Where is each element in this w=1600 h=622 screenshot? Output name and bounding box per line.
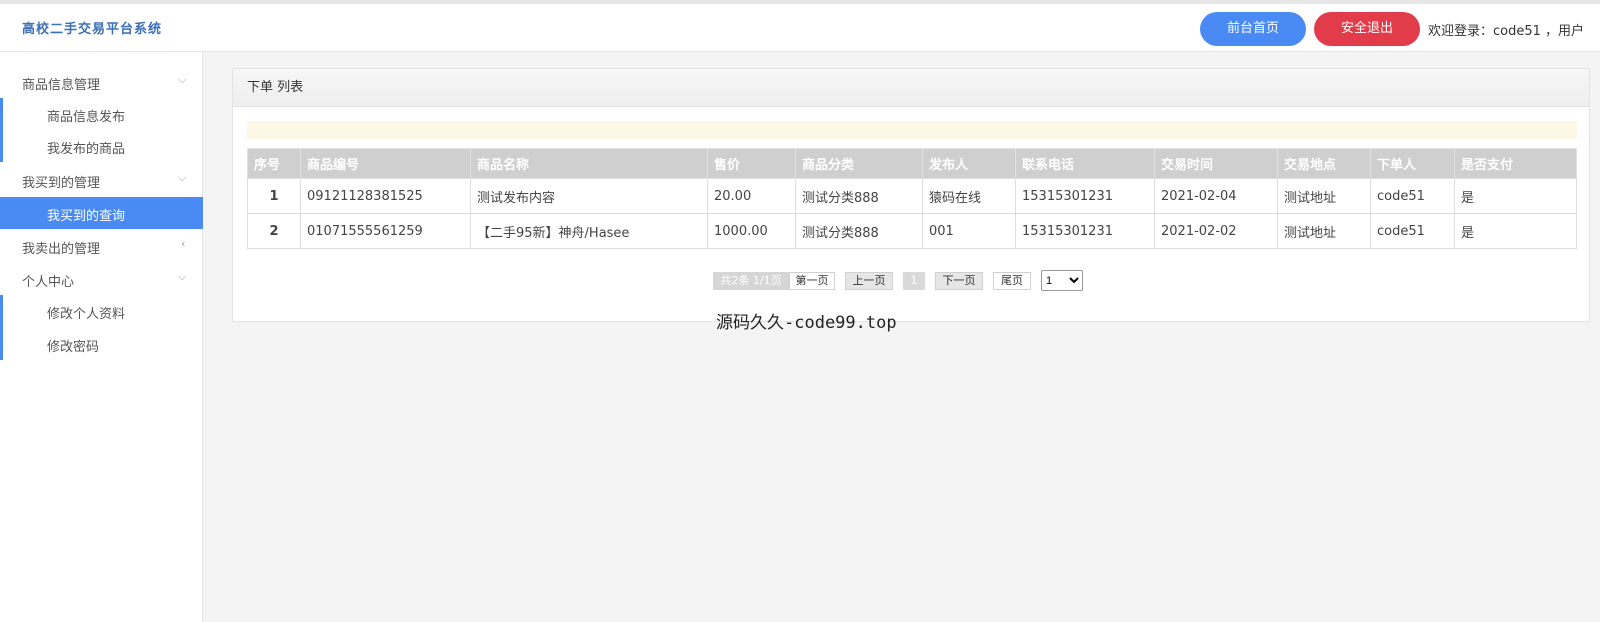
table-cell: 15315301231 <box>1015 178 1155 214</box>
table-cell: 是 <box>1454 213 1577 249</box>
table-header-row: 序号 商品编号 商品名称 售价 商品分类 发布人 联系电话 交易时间 交易地点 … <box>247 148 1577 179</box>
sidebar-item-label: 我发布的商品 <box>47 142 126 157</box>
table-cell: 测试发布内容 <box>470 178 708 214</box>
last-page-button[interactable]: 尾页 <box>993 272 1031 290</box>
logout-button[interactable]: 安全退出 <box>1314 12 1420 46</box>
table-cell: 20.00 <box>707 178 796 214</box>
sidebar-group-sold[interactable]: 我卖出的管理 ‹ <box>0 230 203 262</box>
panel-title: 下单 列表 <box>233 69 1589 107</box>
column-header: 交易地点 <box>1277 148 1371 179</box>
column-header: 发布人 <box>922 148 1016 179</box>
prev-page-button[interactable]: 上一页 <box>845 272 893 290</box>
table-cell: 01071555561259 <box>300 213 471 249</box>
sidebar-group-label: 我买到的管理 <box>22 176 101 191</box>
brand-title: 高校二手交易平台系统 <box>22 22 163 37</box>
table-cell: 测试地址 <box>1277 178 1371 214</box>
pagination-info: 共2条 1/1页 <box>713 272 789 290</box>
next-page-button[interactable]: 下一页 <box>935 272 983 290</box>
sidebar-group-goods[interactable]: 商品信息管理 ⌵ <box>0 66 203 98</box>
table-cell: 是 <box>1454 178 1577 214</box>
table-cell: 2 <box>247 213 301 249</box>
column-header: 联系电话 <box>1015 148 1155 179</box>
table-cell: 【二手95新】神舟/Hasee <box>470 213 708 249</box>
sidebar-item-my-goods[interactable]: 我发布的商品 <box>0 130 203 162</box>
first-page-button[interactable]: 第一页 <box>789 272 835 290</box>
table-cell: 测试分类888 <box>795 178 923 214</box>
table-row: 1 09121128381525 测试发布内容 20.00 测试分类888 猿码… <box>247 178 1577 214</box>
home-button[interactable]: 前台首页 <box>1200 12 1306 46</box>
table-cell: 2021-02-04 <box>1154 178 1278 214</box>
column-header: 是否支付 <box>1454 148 1577 179</box>
welcome-text: 欢迎登录：code51 ，用户 <box>1428 24 1585 39</box>
table-cell: 001 <box>922 213 1016 249</box>
sidebar-group-label: 我卖出的管理 <box>22 242 101 257</box>
table-cell: 测试分类888 <box>795 213 923 249</box>
sidebar-item-edit-profile[interactable]: 修改个人资料 <box>0 295 203 327</box>
column-header: 商品编号 <box>300 148 471 179</box>
table-cell: 猿码在线 <box>922 178 1016 214</box>
sidebar-item-label: 我买到的查询 <box>47 209 126 224</box>
column-header: 商品分类 <box>795 148 923 179</box>
table-cell: 测试地址 <box>1277 213 1371 249</box>
chevron-left-icon: ‹ <box>181 237 186 250</box>
page-select[interactable]: 1 <box>1041 270 1083 291</box>
column-header: 下单人 <box>1370 148 1455 179</box>
sidebar-item-change-password[interactable]: 修改密码 <box>0 328 203 360</box>
watermark-text: 源码久久-code99.top <box>716 313 897 333</box>
sidebar-group-profile[interactable]: 个人中心 ⌵ <box>0 263 203 295</box>
sidebar-item-bought-query[interactable]: 我买到的查询 <box>0 197 203 229</box>
current-page: 1 <box>903 272 925 290</box>
column-header: 售价 <box>707 148 796 179</box>
table-cell: 1 <box>247 178 301 214</box>
sidebar-item-label: 商品信息发布 <box>47 110 126 125</box>
top-bar: 高校二手交易平台系统 前台首页 安全退出 欢迎登录：code51 ，用户 <box>0 0 1600 52</box>
table-cell: code51 <box>1370 178 1455 214</box>
sidebar-group-bought[interactable]: 我买到的管理 ⌵ <box>0 164 203 196</box>
table-cell: code51 <box>1370 213 1455 249</box>
table-row: 2 01071555561259 【二手95新】神舟/Hasee 1000.00… <box>247 213 1577 249</box>
column-header: 序号 <box>247 148 301 179</box>
sidebar-group-label: 个人中心 <box>22 275 75 290</box>
table-cell: 2021-02-02 <box>1154 213 1278 249</box>
table-cell: 1000.00 <box>707 213 796 249</box>
chevron-down-icon: ⌵ <box>178 270 187 283</box>
column-header: 商品名称 <box>470 148 708 179</box>
sidebar-item-label: 修改密码 <box>47 340 100 355</box>
order-table: 序号 商品编号 商品名称 售价 商品分类 发布人 联系电话 交易时间 交易地点 … <box>247 148 1577 249</box>
order-list-panel: 下单 列表 序号 商品编号 商品名称 售价 商品分类 发布人 联系电话 交易时间… <box>232 68 1590 322</box>
sidebar-group-label: 商品信息管理 <box>22 78 101 93</box>
table-cell: 15315301231 <box>1015 213 1155 249</box>
notice-bar <box>247 121 1577 139</box>
table-cell: 09121128381525 <box>300 178 471 214</box>
column-header: 交易时间 <box>1154 148 1278 179</box>
chevron-down-icon: ⌵ <box>178 171 187 184</box>
sidebar: 商品信息管理 ⌵ 商品信息发布 我发布的商品 我买到的管理 ⌵ 我买到的查询 我… <box>0 52 203 622</box>
sidebar-item-label: 修改个人资料 <box>47 307 126 322</box>
sidebar-item-publish[interactable]: 商品信息发布 <box>0 98 203 130</box>
chevron-down-icon: ⌵ <box>178 73 187 86</box>
